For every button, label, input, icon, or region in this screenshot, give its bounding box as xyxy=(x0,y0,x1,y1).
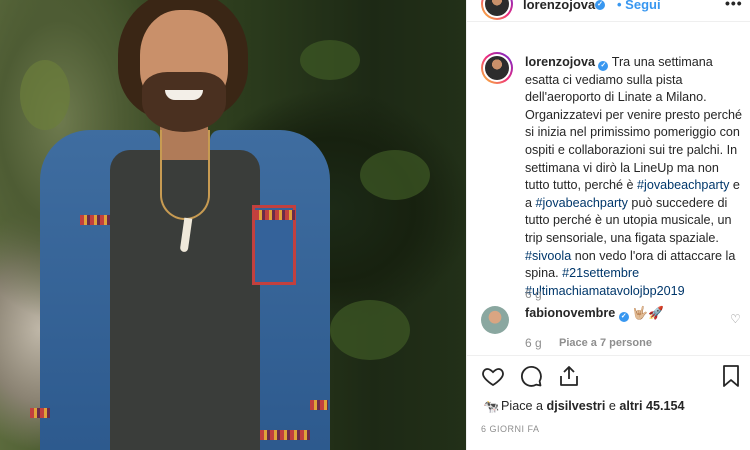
smile xyxy=(165,90,203,100)
comment-icon[interactable] xyxy=(519,364,543,388)
follow-button[interactable]: • Segui xyxy=(617,0,661,12)
embroidery xyxy=(80,215,110,225)
embroidery xyxy=(310,400,328,410)
more-options-icon[interactable]: ••• xyxy=(725,0,743,11)
avatar[interactable] xyxy=(481,0,513,20)
bookmark-icon[interactable] xyxy=(719,364,743,388)
comment-time[interactable]: 6 g xyxy=(525,336,542,350)
post-photo[interactable] xyxy=(0,0,466,450)
post-age[interactable]: 6 giorni fa xyxy=(481,424,540,434)
embroidery xyxy=(255,210,295,220)
verified-badge-icon: ✓ xyxy=(618,312,629,322)
divider xyxy=(467,355,750,356)
comment-likes[interactable]: Piace a 7 persone xyxy=(559,337,652,349)
embroidery xyxy=(260,430,310,440)
commenter-avatar[interactable] xyxy=(481,306,509,334)
foliage xyxy=(330,300,410,360)
foliage xyxy=(360,150,430,200)
follow-label: Segui xyxy=(625,0,661,12)
hashtag-link[interactable]: #jovabeachparty xyxy=(536,196,628,210)
post-caption: lorenzojova ✓ Tra una settimana esatta c… xyxy=(525,55,743,298)
caption-username[interactable]: lorenzojova xyxy=(525,55,595,69)
comment: fabionovembre ✓ 🤟🏼🚀 xyxy=(525,306,664,322)
foliage xyxy=(20,60,70,130)
verified-badge-icon: ✓ xyxy=(595,0,605,10)
comment-like-icon[interactable]: ♡ xyxy=(730,312,742,326)
caption-avatar[interactable] xyxy=(481,52,513,84)
hashtag-link[interactable]: #21settembre xyxy=(562,266,639,280)
likes-count-link[interactable]: altri 45.154 xyxy=(619,399,684,413)
caption-time[interactable]: 6 g xyxy=(525,287,542,301)
comment-text: 🤟🏼🚀 xyxy=(632,306,664,320)
header-username[interactable]: lorenzojova xyxy=(523,0,595,12)
embroidery xyxy=(30,408,50,418)
likes-summary: Piace a djsilvestri e altri 45.154 xyxy=(501,399,685,413)
hashtag-link[interactable]: #ultimachiamatavolojbp2019 xyxy=(525,284,685,298)
liker-avatar-icon: 🐄 xyxy=(483,399,500,414)
post-side-panel: lorenzojova ✓ • Segui ••• lorenzojova ✓ … xyxy=(466,0,750,450)
caption-text: Tra una settimana esatta ci vediamo sull… xyxy=(525,55,743,193)
hashtag-link[interactable]: #sivoola xyxy=(525,249,571,263)
heart-icon[interactable] xyxy=(481,364,505,388)
foliage xyxy=(300,40,360,80)
liker-username[interactable]: djsilvestri xyxy=(547,399,606,413)
beard xyxy=(142,72,226,132)
comment-username[interactable]: fabionovembre xyxy=(525,306,615,320)
verified-badge-icon: ✓ xyxy=(598,61,609,71)
necklace xyxy=(160,130,210,220)
share-icon[interactable] xyxy=(557,364,581,388)
hashtag-link[interactable]: #jovabeachparty xyxy=(637,178,729,192)
post-header: lorenzojova ✓ • Segui ••• xyxy=(467,0,750,22)
